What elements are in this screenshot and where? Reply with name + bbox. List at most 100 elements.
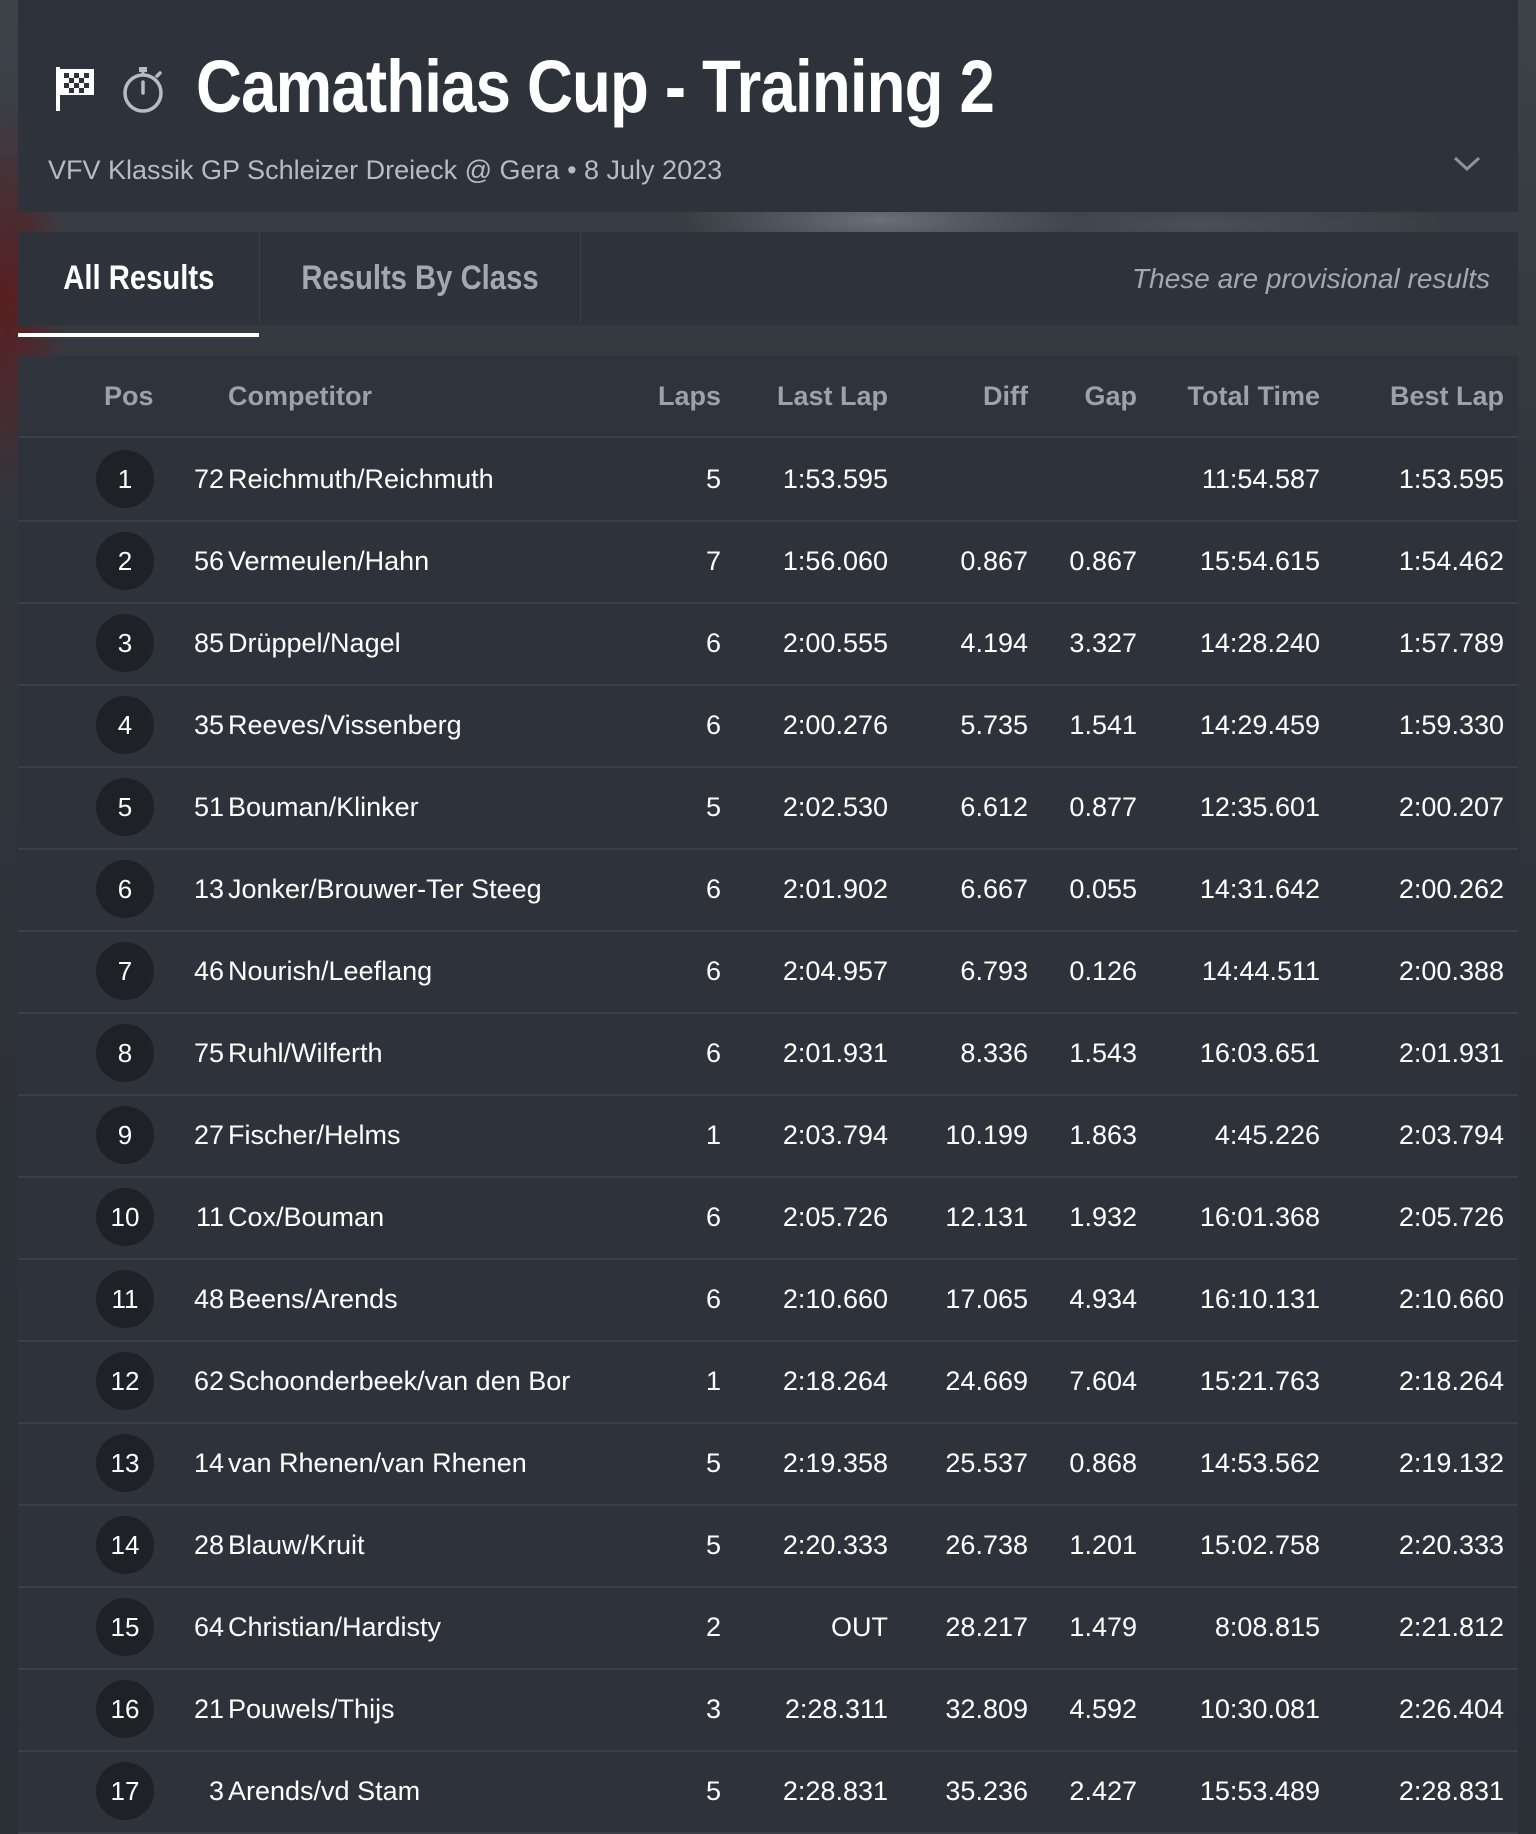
row-competitor: Cox/Bouman [228,1202,385,1232]
row-total-time: 10:30.081 [1199,1694,1320,1724]
row-best-lap: 2:00.262 [1398,874,1504,904]
table-row[interactable]: 9 27 Fischer/Helms 1 2:03.794 10.199 1.863 4:45… [18,1094,1518,1178]
col-total-time[interactable]: Total Time [1187,356,1320,436]
table-row[interactable]: 16 21 Pouwels/Thijs 3 2:28.311 32.809 4.592 10:… [18,1668,1518,1752]
tab-results-by-class-label: Results By Class [301,259,539,297]
row-diff: 6.667 [960,874,1028,904]
row-number: 64 [193,1612,224,1642]
row-best-lap: 2:00.388 [1398,956,1504,986]
tab-results-by-class[interactable]: Results By Class [259,232,581,325]
table-row[interactable]: 1 72 Reichmuth/Reichmuth 5 1:53.595 11:54.587… [18,438,1518,522]
row-competitor: Ruhl/Wilferth [228,1038,383,1068]
row-gap: 0.868 [1069,1448,1137,1478]
row-best-lap: 2:21.812 [1398,1612,1504,1642]
table-row[interactable]: 15 64 Christian/Hardisty 2 OUT 28.217 1.479 8:0… [18,1586,1518,1670]
row-total-time: 15:02.758 [1199,1530,1320,1560]
row-gap: 1.479 [1069,1612,1137,1642]
row-total-time: 15:53.489 [1199,1776,1320,1806]
row-laps: 5 [705,1448,721,1478]
row-diff: 6.612 [960,792,1028,822]
row-total-time: 14:31.642 [1199,874,1320,904]
row-total-time: 8:08.815 [1214,1612,1320,1642]
table-row[interactable]: 5 51 Bouman/Klinker 5 2:02.530 6.612 0.877 12:3… [18,766,1518,850]
row-best-lap: 2:19.132 [1398,1448,1504,1478]
row-gap: 7.604 [1069,1366,1137,1396]
row-diff: 4.194 [960,628,1028,658]
row-competitor: van Rhenen/van Rhenen [228,1448,527,1478]
row-total-time: 14:29.459 [1199,710,1320,740]
row-laps: 6 [705,1038,721,1068]
row-number: 35 [193,710,224,740]
row-total-time: 14:44.511 [1201,956,1320,986]
event-subtitle: VFV Klassik GP Schleizer Dreieck @ Gera … [48,155,723,185]
position-badge: 15 [96,1598,154,1656]
position-badge: 4 [96,696,154,754]
table-row[interactable]: 14 28 Blauw/Kruit 5 2:20.333 26.738 1.201 15:02… [18,1504,1518,1588]
row-gap: 4.592 [1069,1694,1137,1724]
position-badge: 10 [96,1188,154,1246]
row-best-lap: 2:10.660 [1398,1284,1504,1314]
table-row[interactable]: 2 56 Vermeulen/Hahn 7 1:56.060 0.867 0.867 15:5… [18,520,1518,604]
col-diff[interactable]: Diff [983,356,1028,436]
table-row[interactable]: 13 14 van Rhenen/van Rhenen 5 2:19.358 25.537… [18,1422,1518,1506]
row-diff: 25.537 [945,1448,1028,1478]
col-pos[interactable]: Pos [104,356,154,436]
row-number: 46 [193,956,224,986]
position-badge: 5 [96,778,154,836]
row-diff: 8.336 [960,1038,1028,1068]
row-last-lap: 1:53.595 [782,464,888,494]
row-number: 51 [193,792,224,822]
row-total-time: 11:54.587 [1201,464,1320,494]
row-gap: 0.877 [1069,792,1137,822]
row-number: 28 [193,1530,224,1560]
provisional-notice: These are provisional results [1132,262,1490,294]
table-row[interactable]: 12 62 Schoonderbeek/van den Bor 1 2:18.264 24… [18,1340,1518,1424]
position-badge: 16 [96,1680,154,1738]
row-diff: 35.236 [945,1776,1028,1806]
position-badge: 1 [96,450,154,508]
row-diff: 5.735 [960,710,1028,740]
row-diff: 10.199 [945,1120,1028,1150]
row-laps: 6 [705,956,721,986]
table-row[interactable]: 6 13 Jonker/Brouwer-Ter Steeg 6 2:01.902 6.66… [18,848,1518,932]
table-row[interactable]: 17 3 Arends/vd Stam 5 2:28.831 35.236 2.427 15:… [18,1750,1518,1834]
row-number: 62 [193,1366,224,1396]
tab-all-results[interactable]: All Results [18,232,259,337]
row-laps: 6 [705,628,721,658]
row-last-lap: 2:03.794 [782,1120,888,1150]
row-number: 3 [208,1776,224,1806]
position-badge: 17 [96,1762,154,1820]
table-row[interactable]: 11 48 Beens/Arends 6 2:10.660 17.065 4.934 16:1… [18,1258,1518,1342]
col-laps[interactable]: Laps [658,356,721,436]
table-row[interactable]: 3 85 Drüppel/Nagel 6 2:00.555 4.194 3.327 14:28… [18,602,1518,686]
col-competitor[interactable]: Competitor [228,356,372,436]
row-total-time: 4:45.226 [1214,1120,1320,1150]
position-badge: 3 [96,614,154,672]
results-table: Pos Competitor Laps Last Lap Diff Gap To… [18,356,1518,1834]
position-badge: 12 [96,1352,154,1410]
chevron-down-icon[interactable] [1452,155,1482,178]
row-gap: 1.543 [1069,1038,1137,1068]
row-competitor: Schoonderbeek/van den Bor [228,1366,571,1396]
row-competitor: Arends/vd Stam [228,1776,421,1806]
row-laps: 6 [705,1284,721,1314]
row-laps: 6 [705,710,721,740]
table-row[interactable]: 7 46 Nourish/Leeflang 6 2:04.957 6.793 0.126 14… [18,930,1518,1014]
col-gap[interactable]: Gap [1084,356,1137,436]
stopwatch-icon [120,64,166,119]
row-last-lap: 2:00.276 [782,710,888,740]
row-gap: 0.126 [1069,956,1137,986]
row-diff: 12.131 [945,1202,1028,1232]
table-row[interactable]: 10 11 Cox/Bouman 6 2:05.726 12.131 1.932 16:01.… [18,1176,1518,1260]
table-row[interactable]: 8 75 Ruhl/Wilferth 6 2:01.931 8.336 1.543 16:03… [18,1012,1518,1096]
table-header: Pos Competitor Laps Last Lap Diff Gap To… [18,356,1518,438]
table-row[interactable]: 4 35 Reeves/Vissenberg 6 2:00.276 5.735 1.541 1… [18,684,1518,768]
row-total-time: 14:28.240 [1199,628,1320,658]
page-title: Camathias Cup - Training 2 [196,45,995,128]
col-best-lap[interactable]: Best Lap [1390,356,1504,436]
row-best-lap: 2:01.931 [1398,1038,1504,1068]
tab-all-results-label: All Results [62,259,215,297]
row-competitor: Blauw/Kruit [228,1530,365,1560]
col-last-lap[interactable]: Last Lap [777,356,888,436]
position-badge: 13 [96,1434,154,1492]
